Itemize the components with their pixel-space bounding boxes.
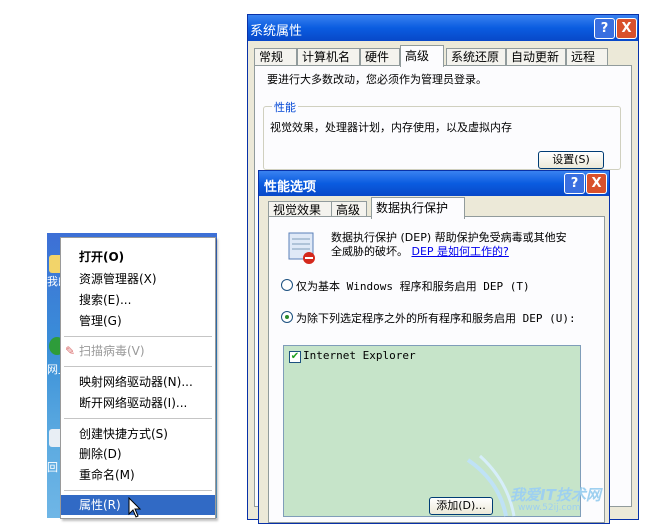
dep-shield-icon xyxy=(288,232,315,264)
menu-item-open[interactable]: 打开(O) xyxy=(61,247,215,267)
performance-legend: 性能 xyxy=(272,99,298,115)
watermark: 我爱IT技术网 www.52ij.com xyxy=(460,450,660,520)
radio-essential-only[interactable] xyxy=(281,279,293,291)
radio-all-except[interactable] xyxy=(281,311,293,323)
context-menu: 打开(O) 资源管理器(X) 搜索(E)... 管理(G) ✎ 扫描病毒(V) … xyxy=(60,237,216,519)
dialog-title: 性能选项 xyxy=(264,180,317,195)
menu-item-map-drive[interactable]: 映射网络驱动器(N)... xyxy=(61,372,215,392)
settings-button[interactable]: 设置(S) xyxy=(538,151,604,169)
tab-advanced[interactable]: 高级 xyxy=(400,45,444,67)
menu-item-explorer[interactable]: 资源管理器(X) xyxy=(61,269,215,289)
dialog-title: 系统属性 xyxy=(250,24,303,39)
menu-item-disconnect-drive[interactable]: 断开网络驱动器(I)... xyxy=(61,393,215,413)
help-button[interactable]: ? xyxy=(564,173,585,194)
close-button[interactable]: X xyxy=(586,173,607,194)
tab-remote[interactable]: 远程 xyxy=(566,48,608,66)
menu-item-create-shortcut[interactable]: 创建快捷方式(S) xyxy=(61,424,215,444)
title-bar: 性能选项 ? X xyxy=(259,171,609,196)
menu-separator xyxy=(64,336,212,337)
program-internet-explorer: Internet Explorer xyxy=(303,349,416,362)
menu-separator xyxy=(64,490,212,491)
watermark-url: www.52ij.com xyxy=(518,503,581,513)
admin-note: 要进行大多数改动，您必须作为管理员登录。 xyxy=(267,73,487,86)
tab-auto-update[interactable]: 自动更新 xyxy=(506,48,566,66)
watermark-text: 我爱IT技术网 xyxy=(510,486,601,504)
tab-computer-name[interactable]: 计算机名 xyxy=(297,48,360,66)
dep-description-line2-row: 全威胁的破坏。 DEP 是如何工作的? xyxy=(331,243,509,259)
radio-all-except-label: 为除下列选定程序之外的所有程序和服务启用 DEP (U): xyxy=(296,312,576,325)
menu-item-scan-virus: ✎ 扫描病毒(V) xyxy=(61,341,215,361)
menu-item-rename[interactable]: 重命名(M) xyxy=(61,465,215,485)
mouse-cursor-icon xyxy=(128,497,142,518)
tab-hardware[interactable]: 硬件 xyxy=(360,48,400,66)
menu-separator xyxy=(64,366,212,367)
tab-system-restore[interactable]: 系统还原 xyxy=(446,48,506,66)
menu-separator xyxy=(64,418,212,419)
dep-help-link[interactable]: DEP 是如何工作的? xyxy=(412,245,509,258)
performance-group: 性能 视觉效果，处理器计划，内存使用，以及虚拟内存 设置(S) xyxy=(263,99,621,170)
close-button[interactable]: X xyxy=(616,18,637,39)
title-bar: 系统属性 ? X xyxy=(248,15,638,41)
menu-item-search[interactable]: 搜索(E)... xyxy=(61,290,215,310)
help-button[interactable]: ? xyxy=(594,18,615,39)
scan-virus-icon: ✎ xyxy=(65,344,76,358)
menu-item-delete[interactable]: 删除(D) xyxy=(61,444,215,464)
performance-description: 视觉效果，处理器计划，内存使用，以及虚拟内存 xyxy=(270,121,512,134)
radio-essential-only-label: 仅为基本 Windows 程序和服务启用 DEP (T) xyxy=(296,280,530,293)
dep-description-line2: 全威胁的破坏。 xyxy=(331,245,408,258)
checkbox-internet-explorer[interactable]: ✔ xyxy=(289,351,301,363)
menu-item-manage[interactable]: 管理(G) xyxy=(61,311,215,331)
desktop-label-3: 回 xyxy=(47,461,58,474)
tab-dep[interactable]: 数据执行保护 xyxy=(371,197,465,219)
tab-general[interactable]: 常规 xyxy=(254,48,297,66)
